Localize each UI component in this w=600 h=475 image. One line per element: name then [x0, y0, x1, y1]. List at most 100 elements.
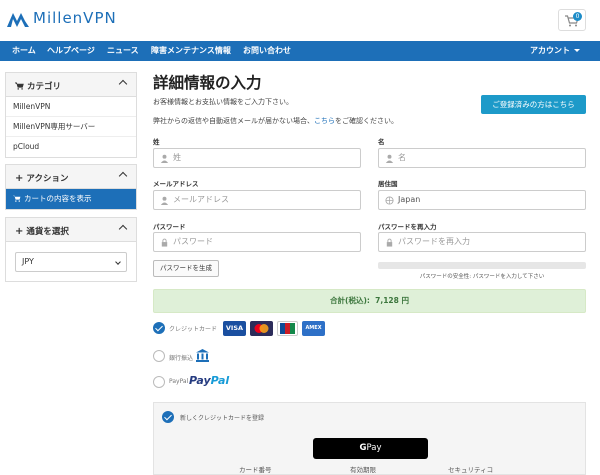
lastname-placeholder: 姓: [173, 153, 181, 162]
currency-selected-value: JPY: [22, 257, 34, 266]
user-icon: [385, 154, 394, 163]
payment-paypal-label[interactable]: PayPal: [169, 378, 188, 385]
category-title: カテゴリ: [13, 80, 62, 92]
sidebar-item-millenvpn[interactable]: MillenVPN: [6, 97, 136, 117]
page-title: 詳細情報の入力: [153, 74, 262, 92]
chevron-up-icon[interactable]: [118, 79, 128, 89]
actions-title: + アクション: [15, 172, 68, 184]
payment-bank-label[interactable]: 銀行振込: [169, 353, 193, 362]
jcb-icon: [277, 321, 298, 336]
chevron-up-icon[interactable]: [118, 224, 128, 234]
payment-bank-radio[interactable]: [153, 350, 165, 362]
category-title-text: カテゴリ: [27, 82, 62, 92]
currency-select[interactable]: JPY: [15, 252, 127, 272]
password-strength-bar: [378, 262, 586, 269]
paypal-logo-pal: Pal: [210, 374, 230, 387]
visa-icon: VISA: [223, 321, 246, 336]
payment-paypal-radio[interactable]: [153, 376, 165, 388]
new-card-label[interactable]: 新しくクレジットカードを登録: [180, 413, 264, 422]
google-pay-button[interactable]: GPay: [313, 438, 428, 459]
chevron-up-icon[interactable]: [118, 171, 128, 181]
generate-password-button[interactable]: パスワードを生成: [153, 260, 219, 277]
total-label: 合計(税込):: [330, 296, 370, 305]
password-label: パスワード: [153, 223, 186, 231]
existing-customer-button[interactable]: ご登録済みの方はこちら: [481, 95, 586, 114]
sidebar-item-pcloud[interactable]: pCloud: [6, 137, 136, 157]
payment-credit-radio[interactable]: [153, 322, 165, 334]
order-total: 合計(税込): 7,128 円: [153, 289, 586, 313]
view-cart-label: カートの内容を表示: [24, 194, 92, 203]
country-label: 居住国: [378, 180, 398, 188]
cart-button[interactable]: 0: [558, 9, 586, 31]
new-card-section: 新しくクレジットカードを登録 GPay カード番号 有効期限 セキュリティコ: [153, 402, 586, 475]
nav-account-label: アカウント: [530, 46, 570, 55]
page-subtitle: お客様情報とお支払い情報をご入力下さい。: [153, 98, 293, 106]
firstname-input[interactable]: 名: [378, 148, 586, 168]
category-panel: カテゴリ MillenVPN MillenVPN専用サーバー pCloud: [5, 72, 137, 158]
notice-text-end: をご確認ください。: [335, 117, 398, 125]
password-placeholder: パスワード: [173, 237, 213, 246]
lastname-label: 姓: [153, 138, 160, 146]
plus-icon: +: [15, 173, 24, 184]
email-input[interactable]: メールアドレス: [153, 190, 361, 210]
notice-text: 弊社からの返信や自動返信メールが届かない場合、: [153, 117, 314, 125]
bank-icon: [196, 349, 209, 362]
google-pay-label: Pay: [366, 443, 382, 453]
email-placeholder: メールアドレス: [173, 195, 229, 204]
currency-title: + 通貨を選択: [15, 225, 69, 237]
lock-icon: [161, 238, 168, 247]
notice-link[interactable]: こちら: [314, 117, 335, 125]
paypal-logo-pay: Pay: [189, 374, 211, 387]
actions-panel: + アクション カートの内容を表示: [5, 164, 137, 210]
currency-panel: + 通貨を選択 JPY: [5, 217, 137, 282]
plus-icon: +: [15, 226, 24, 237]
cart-count-badge: 0: [573, 12, 582, 21]
firstname-placeholder: 名: [398, 153, 406, 162]
lock-icon: [386, 238, 393, 247]
currency-panel-header[interactable]: + 通貨を選択: [6, 218, 136, 242]
actions-panel-header[interactable]: + アクション: [6, 165, 136, 189]
globe-icon: [385, 196, 394, 205]
password-strength-text: パスワードの安全性: パスワードを入力して下さい: [419, 274, 545, 280]
sidebar-item-view-cart[interactable]: カートの内容を表示: [6, 189, 136, 209]
nav-contact[interactable]: お問い合わせ: [243, 41, 291, 61]
password-confirm-input[interactable]: パスワードを再入力: [378, 232, 586, 252]
card-number-label: カード番号: [239, 466, 272, 474]
actions-title-text: アクション: [26, 174, 69, 184]
nav-maintenance[interactable]: 障害メンテナンス情報: [151, 41, 231, 61]
chevron-down-icon: [115, 259, 121, 265]
nav-home[interactable]: ホーム: [12, 41, 36, 61]
user-icon: [160, 154, 169, 163]
password-confirm-placeholder: パスワードを再入力: [398, 237, 470, 246]
security-code-label: セキュリティコ: [448, 466, 494, 474]
password-input[interactable]: パスワード: [153, 232, 361, 252]
nav-account[interactable]: アカウント: [530, 41, 580, 61]
new-card-radio[interactable]: [162, 411, 174, 423]
currency-title-text: 通貨を選択: [26, 227, 69, 237]
brand-logo[interactable]: MillenVPN: [7, 9, 117, 27]
logo-mark-icon: [7, 13, 29, 27]
brand-name: MillenVPN: [33, 9, 117, 27]
password-confirm-label: パスワードを再入力: [378, 223, 437, 231]
site-header: MillenVPN 0: [0, 0, 600, 41]
google-g-icon: G: [359, 443, 367, 453]
nav-news[interactable]: ニュース: [107, 41, 139, 61]
email-label: メールアドレス: [153, 180, 199, 188]
payment-credit-label[interactable]: クレジットカード: [169, 324, 217, 333]
total-value: 7,128 円: [375, 296, 409, 305]
cart-icon: [13, 195, 21, 202]
country-select[interactable]: Japan: [378, 190, 586, 210]
firstname-label: 名: [378, 138, 385, 146]
paypal-logo: PayPal: [189, 374, 229, 387]
lastname-input[interactable]: 姓: [153, 148, 361, 168]
mastercard-circles-icon: [254, 324, 269, 333]
country-value: Japan: [398, 195, 421, 204]
amex-icon: AMEX: [302, 321, 325, 336]
nav-help[interactable]: ヘルプページ: [47, 41, 95, 61]
sidebar-item-dedicated-server[interactable]: MillenVPN専用サーバー: [6, 117, 136, 137]
email-notice: 弊社からの返信や自動返信メールが届かない場合、こちらをご確認ください。: [153, 116, 398, 126]
mastercard-icon: [250, 321, 273, 336]
user-icon: [160, 196, 169, 205]
main-nav: ホーム ヘルプページ ニュース 障害メンテナンス情報 お問い合わせ アカウント: [0, 41, 600, 61]
category-panel-header[interactable]: カテゴリ: [6, 73, 136, 97]
